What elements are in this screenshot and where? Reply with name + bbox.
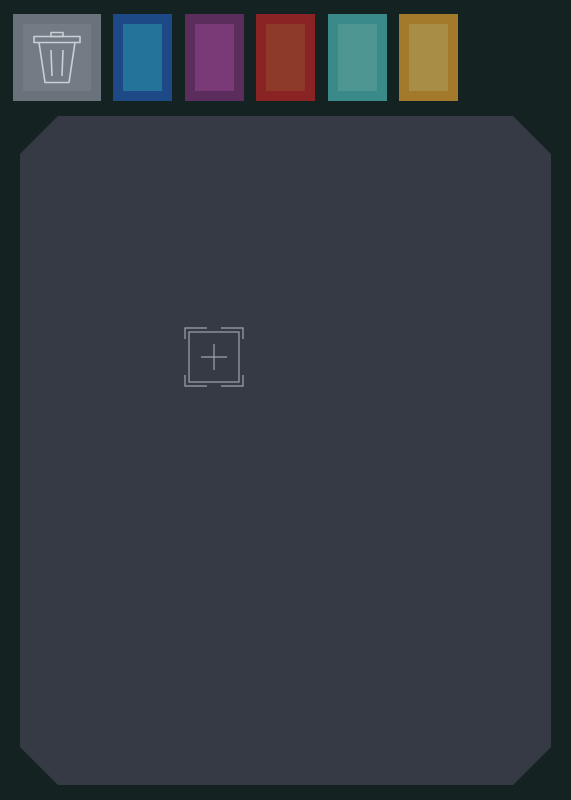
swatch-teal-inner bbox=[338, 24, 377, 91]
trash-button[interactable] bbox=[13, 14, 101, 101]
swatch-blue[interactable] bbox=[113, 14, 172, 101]
add-plus-icon bbox=[184, 327, 244, 387]
swatch-amber-inner bbox=[409, 24, 448, 91]
add-item-button[interactable] bbox=[184, 327, 244, 387]
swatch-purple-inner bbox=[195, 24, 234, 91]
swatch-amber[interactable] bbox=[399, 14, 458, 101]
trash-icon bbox=[33, 31, 81, 84]
swatch-red[interactable] bbox=[256, 14, 315, 101]
swatch-red-inner bbox=[266, 24, 305, 91]
swatch-blue-inner bbox=[123, 24, 162, 91]
swatch-teal[interactable] bbox=[328, 14, 387, 101]
canvas-board[interactable] bbox=[20, 116, 551, 785]
swatch-purple[interactable] bbox=[185, 14, 244, 101]
